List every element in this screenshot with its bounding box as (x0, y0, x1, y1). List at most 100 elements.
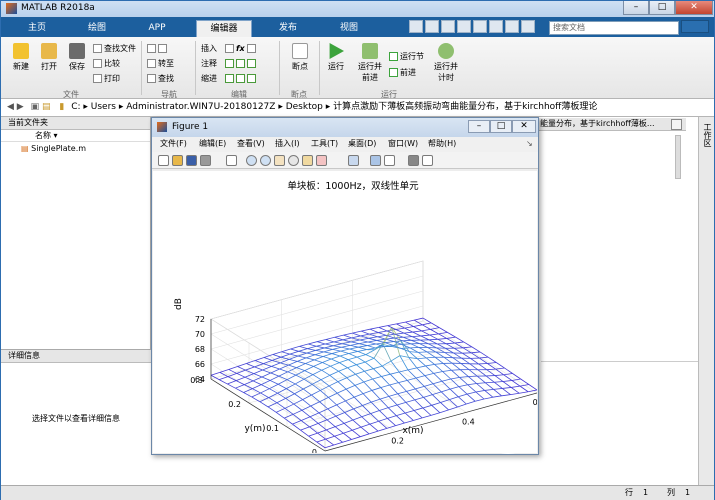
legend-icon[interactable] (384, 155, 395, 166)
editor-scrollbar[interactable] (675, 135, 681, 179)
figure-close-button[interactable]: ✕ (512, 120, 536, 133)
pan-icon[interactable] (274, 155, 285, 166)
breadcrumb-desktop[interactable]: Desktop (286, 102, 323, 112)
figure-titlebar[interactable]: Figure 1 – □ ✕ (152, 118, 538, 137)
print-button[interactable]: 打印 (93, 73, 120, 85)
forward-arrow-icon[interactable]: ▶ (17, 102, 24, 112)
quick-copy-icon[interactable] (441, 20, 455, 33)
browse-folder-icon[interactable]: ▤ (42, 102, 51, 112)
zoom-out-icon[interactable] (260, 155, 271, 166)
find-button[interactable]: 查找 (147, 73, 174, 85)
compare-button[interactable]: 比较 (93, 58, 120, 70)
surface-mesh-line (415, 377, 425, 387)
run-time-button[interactable]: 运行并 计时 (429, 43, 463, 83)
arrow-icon (158, 44, 167, 53)
figure-window[interactable]: Figure 1 – □ ✕ 文件(F) 编辑(E) 查看(V) 插入(I) 工… (151, 117, 545, 465)
surface-mesh-line (441, 380, 451, 390)
goto-button[interactable]: 转至 (147, 58, 174, 70)
column-name-header[interactable]: 名称 ▾ (1, 130, 150, 142)
insert-button[interactable]: 插入 (201, 43, 217, 55)
save-button[interactable]: 保存 (65, 43, 89, 72)
menu-edit[interactable]: 编辑(E) (199, 137, 226, 151)
menu-dock-icon[interactable]: ↘ (526, 137, 533, 151)
pointer-icon[interactable] (226, 155, 237, 166)
surface-mesh-line (359, 337, 369, 341)
link-plot-icon[interactable] (348, 155, 359, 166)
zoom-in-icon[interactable] (246, 155, 257, 166)
surface-mesh-line (448, 406, 458, 411)
comment-icons[interactable] (225, 58, 258, 70)
data-cursor-icon[interactable] (302, 155, 313, 166)
panel-options-icon[interactable] (671, 119, 682, 130)
run-button[interactable]: 运行 (323, 43, 349, 72)
run-section-button[interactable]: 运行节 (389, 51, 424, 63)
hide-plot-tools-icon[interactable] (408, 155, 419, 166)
maximize-button[interactable]: □ (649, 1, 675, 15)
close-button[interactable]: ✕ (675, 1, 713, 15)
menu-insert[interactable]: 插入(I) (275, 137, 300, 151)
colorbar-icon[interactable] (370, 155, 381, 166)
show-plot-tools-icon[interactable] (422, 155, 433, 166)
comment-button[interactable]: 注释 (201, 58, 217, 70)
save-figure-icon[interactable] (186, 155, 197, 166)
menu-window[interactable]: 窗口(W) (388, 137, 418, 151)
menu-file[interactable]: 文件(F) (160, 137, 187, 151)
surface-mesh-line (413, 410, 423, 419)
indent-icons[interactable] (225, 73, 258, 85)
tab-publish[interactable]: 发布 (260, 20, 316, 37)
find-files-button[interactable]: 查找文件 (93, 43, 136, 55)
tab-editor[interactable]: 编辑器 (196, 20, 252, 37)
figure-maximize-button[interactable]: □ (490, 120, 512, 133)
insert-icons[interactable]: fx (225, 43, 258, 55)
brush-icon[interactable] (316, 155, 327, 166)
breakpoints-button[interactable]: 断点 (285, 43, 315, 72)
tab-view[interactable]: 视图 (321, 20, 377, 37)
tab-home[interactable]: 主页 (9, 20, 65, 37)
breadcrumb-project[interactable]: 计算点激励下薄板高频振动弯曲能量分布，基于kirchhoff薄板理论 (333, 102, 597, 112)
quick-cut-icon[interactable] (425, 20, 439, 33)
workspace-side-tab[interactable]: 工作区 (698, 117, 714, 487)
menu-help[interactable]: 帮助(H) (428, 137, 456, 151)
menu-tools[interactable]: 工具(T) (311, 137, 338, 151)
quick-switch-icon[interactable] (505, 20, 519, 33)
surface-mesh-line (342, 343, 351, 346)
surface-mesh-line (349, 348, 358, 352)
notification-icon[interactable] (681, 20, 709, 33)
figure-minimize-button[interactable]: – (468, 120, 490, 133)
search-input[interactable]: 搜索文档 (549, 21, 679, 35)
address-bar[interactable]: ◀ ▶ ▣ ▤ ▮ C: ▸ Users ▸ Administrator.WIN… (1, 99, 714, 117)
new-button[interactable]: 新建 (9, 43, 33, 72)
surface-mesh-line (354, 393, 364, 398)
surface-mesh-line (339, 362, 348, 369)
advance-button[interactable]: 前进 (389, 67, 416, 79)
file-item[interactable]: ▤ SinglePlate.m (1, 142, 150, 155)
help-icon[interactable] (521, 20, 535, 33)
rotate-icon[interactable] (288, 155, 299, 166)
up-folder-icon[interactable]: ▣ (31, 102, 40, 112)
quick-paste-icon[interactable] (457, 20, 471, 33)
breadcrumb-users[interactable]: Users (91, 102, 116, 112)
quick-redo-icon[interactable] (489, 20, 503, 33)
tab-apps[interactable]: APP (129, 20, 185, 37)
back-arrow-icon[interactable]: ◀ (7, 102, 14, 112)
menu-view[interactable]: 查看(V) (237, 137, 265, 151)
fx-icon[interactable]: fx (236, 44, 245, 53)
open-button[interactable]: 打开 (37, 43, 61, 72)
surface-mesh-line (396, 415, 405, 424)
open-file-icon[interactable] (172, 155, 183, 166)
editor-tab-title[interactable]: 能量分布，基于kirchhoff薄板... (538, 118, 686, 131)
surface-mesh-line (463, 341, 473, 348)
quick-save-icon[interactable] (409, 20, 423, 33)
indent-button[interactable]: 缩进 (201, 73, 217, 85)
print-figure-icon[interactable] (200, 155, 211, 166)
back-forward-icon[interactable] (147, 43, 169, 55)
new-figure-icon[interactable] (158, 155, 169, 166)
menu-desktop[interactable]: 桌面(D) (348, 137, 376, 151)
quick-undo-icon[interactable] (473, 20, 487, 33)
tab-plots[interactable]: 绘图 (69, 20, 125, 37)
surface-mesh-line (475, 391, 485, 400)
breadcrumb-admin[interactable]: Administrator.WIN7U-20180127Z (126, 102, 275, 112)
breadcrumb-drive[interactable]: C: (71, 102, 80, 112)
minimize-button[interactable]: – (623, 1, 649, 15)
run-advance-button[interactable]: 运行并 前进 (353, 43, 387, 83)
